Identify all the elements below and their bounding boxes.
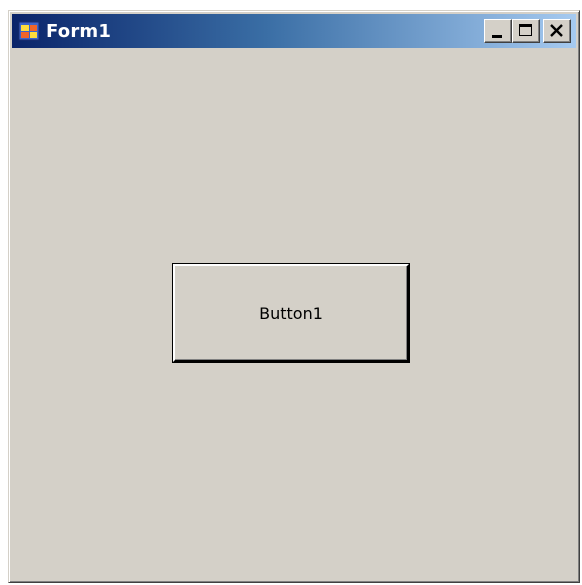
close-button[interactable] [543,19,571,43]
window-controls [484,19,571,43]
title-bar[interactable]: Form1 [12,14,576,48]
close-icon [550,24,563,37]
form1-window: Form1 Button1 [8,10,580,583]
form-app-icon[interactable] [18,20,40,42]
button1[interactable]: Button1 [172,263,410,363]
maximize-icon [519,24,532,36]
minimize-button[interactable] [484,19,512,43]
maximize-button[interactable] [512,19,540,43]
window-title: Form1 [46,20,112,42]
minimize-icon [492,35,502,38]
form-client-area: Button1 [12,48,576,579]
